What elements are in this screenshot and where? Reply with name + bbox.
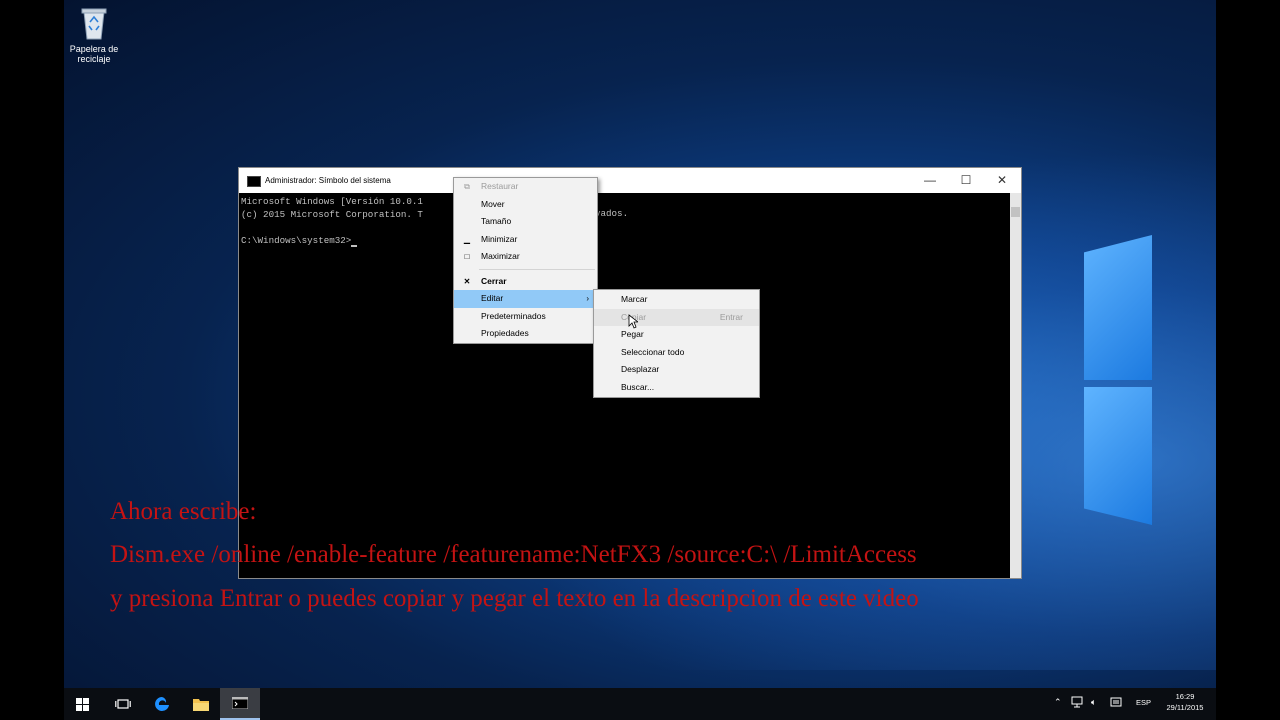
edge-icon: [155, 697, 169, 711]
right-letterbox: [1216, 0, 1280, 720]
task-view-button[interactable]: [102, 688, 142, 720]
wallpaper-windows-logo: [1084, 235, 1152, 525]
network-icon[interactable]: [1071, 696, 1083, 710]
submenu-arrow-icon: ›: [586, 294, 589, 303]
left-letterbox: [0, 0, 64, 720]
menu-separator: [479, 268, 595, 270]
volume-icon[interactable]: 🔈︎: [1091, 697, 1096, 708]
console-prompt: C:\Windows\system32>: [241, 235, 352, 246]
cmd-taskbar-button[interactable]: [220, 688, 260, 720]
menu-item-tamano[interactable]: Tamaño: [454, 213, 597, 231]
cmd-titlebar[interactable]: Administrador: Símbolo del sistema — ☐ ✕: [239, 168, 1021, 193]
submenu-item-copiar[interactable]: Copiar Entrar: [594, 308, 759, 326]
submenu-item-buscar[interactable]: Buscar...: [594, 379, 759, 397]
scrollbar-thumb[interactable]: [1011, 207, 1020, 217]
taskbar: ⌃ 🔈︎ ESP 16:29 29/11/2015: [64, 688, 1216, 720]
menu-item-mover[interactable]: Mover: [454, 196, 597, 214]
submenu-item-seleccionar-todo[interactable]: Seleccionar todo: [594, 344, 759, 362]
start-icon: [76, 698, 89, 711]
cmd-window-title: Administrador: Símbolo del sistema: [265, 176, 391, 185]
restore-icon: ⧉: [464, 182, 470, 191]
recycle-bin-label: Papelera de reciclaje: [69, 44, 119, 64]
task-view-icon: [115, 699, 131, 709]
menu-item-editar[interactable]: Editar ›: [454, 290, 597, 308]
close-icon: ✕: [463, 276, 471, 286]
submenu-item-marcar[interactable]: Marcar: [594, 291, 759, 309]
system-menu: ⧉ Restaurar Mover Tamaño ▁ Minimizar □ M…: [453, 177, 598, 344]
menu-item-label: Cerrar: [481, 275, 507, 286]
menu-item-minimizar[interactable]: ▁ Minimizar: [454, 231, 597, 249]
cmd-window-icon[interactable]: [247, 176, 261, 187]
console-output[interactable]: Microsoft Windows [Versión 10.0.1 (c) 20…: [241, 195, 423, 247]
text-cursor: [351, 245, 358, 247]
show-hidden-icons-button[interactable]: ⌃: [1054, 697, 1062, 708]
menu-item-cerrar[interactable]: ✕ Cerrar: [454, 273, 597, 291]
console-line: Microsoft Windows [Versión 10.0.1: [241, 196, 423, 207]
clock-time: 16:29: [1175, 692, 1195, 701]
submenu-item-desplazar[interactable]: Desplazar: [594, 361, 759, 379]
clock[interactable]: 16:29 29/11/2015: [1160, 691, 1210, 713]
edge-button[interactable]: [142, 688, 182, 720]
cmd-icon: [232, 697, 248, 709]
menu-item-label: Maximizar: [481, 251, 520, 261]
edit-submenu: Marcar Copiar Entrar Pegar Seleccionar t…: [593, 289, 760, 398]
menu-item-maximizar[interactable]: □ Maximizar: [454, 248, 597, 266]
menu-item-label: Buscar...: [621, 381, 655, 392]
shortcut-label: Entrar: [719, 311, 743, 322]
chevron-up-icon: ⌃: [1054, 697, 1062, 707]
recycle-bin-icon: [79, 6, 109, 40]
menu-item-label: Seleccionar todo: [621, 346, 685, 357]
maximize-button[interactable]: ☐: [948, 168, 984, 193]
console-line-tail: vados.: [595, 208, 629, 219]
instruction-line-1: Ahora escribe:: [110, 498, 257, 525]
maximize-icon: □: [464, 252, 470, 261]
menu-item-label: Editar: [481, 293, 504, 303]
menu-item-label: Restaurar: [481, 181, 519, 191]
menu-item-restaurar[interactable]: ⧉ Restaurar: [454, 178, 597, 196]
menu-item-label: Predeterminados: [481, 310, 546, 321]
start-button[interactable]: [64, 688, 102, 720]
menu-item-label: Pegar: [621, 329, 644, 339]
file-explorer-icon: [193, 699, 209, 711]
instruction-line-3: y presiona Entrar o puedes copiar y pega…: [110, 585, 919, 612]
minimize-button[interactable]: —: [912, 168, 948, 193]
menu-item-propiedades[interactable]: Propiedades: [454, 325, 597, 343]
menu-item-label: Desplazar: [621, 364, 660, 374]
vertical-scrollbar[interactable]: [1010, 193, 1021, 578]
language-indicator[interactable]: ESP: [1136, 698, 1151, 707]
menu-item-label: Tamaño: [481, 216, 512, 226]
submenu-item-pegar[interactable]: Pegar: [594, 326, 759, 344]
file-explorer-button[interactable]: [182, 688, 220, 720]
recycle-bin-shortcut[interactable]: Papelera de reciclaje: [64, 6, 124, 64]
menu-item-predeterminados[interactable]: Predeterminados: [454, 308, 597, 326]
minimize-icon: ▁: [463, 234, 471, 244]
menu-item-label: Propiedades: [481, 328, 529, 338]
console-line: (c) 2015 Microsoft Corporation. T: [241, 209, 423, 220]
close-button[interactable]: ✕: [984, 168, 1020, 193]
instruction-command: Dism.exe /online /enable-feature /featur…: [110, 541, 917, 568]
notification-icon[interactable]: [1110, 696, 1122, 710]
mouse-pointer-icon: [628, 314, 638, 329]
menu-item-label: Marcar: [621, 294, 648, 304]
menu-item-label: Mover: [481, 198, 505, 209]
menu-item-label: Minimizar: [481, 233, 518, 244]
clock-date: 29/11/2015: [1166, 703, 1204, 712]
